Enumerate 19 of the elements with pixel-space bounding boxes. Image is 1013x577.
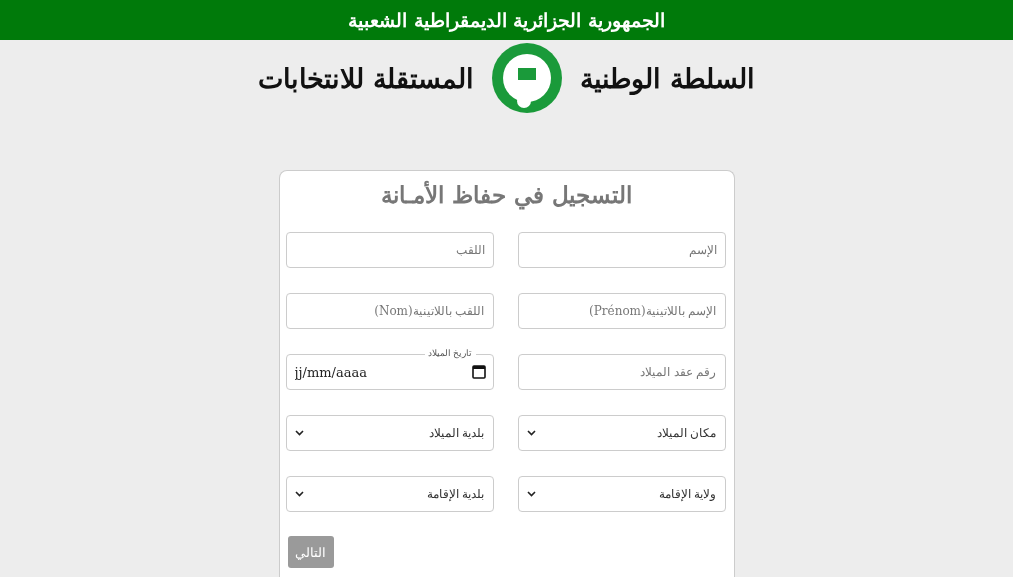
select-field[interactable]: بلدية الميلاد <box>285 415 494 451</box>
select-field[interactable]: ولاية الإقامة <box>517 476 726 512</box>
chevron-down-icon <box>526 430 536 436</box>
authority-name: السلطة الوطنية <box>580 62 756 94</box>
text-field[interactable]: الإسم باللاتينية(Prénom) <box>517 293 726 329</box>
text-field[interactable]: الإسم <box>517 232 726 268</box>
form-title: التسجيل في حفاظ الأمـانة <box>380 181 633 208</box>
select-field[interactable]: مكان الميلاد <box>517 415 726 451</box>
floating-label: تاريخ الميلاد <box>424 347 476 359</box>
text-field[interactable]: اللقب <box>285 232 494 268</box>
calendar-icon[interactable] <box>471 364 486 379</box>
text-field[interactable]: اللقب باللاتينية(Nom) <box>285 293 494 329</box>
chevron-down-icon <box>294 430 304 436</box>
banner-title: الجمهورية الجزائرية الديمقراطية الشعبية <box>348 9 665 31</box>
text-field[interactable]: رقم عقد الميلاد <box>517 354 726 390</box>
authority-name: المستقلة للانتخابات <box>257 62 474 94</box>
chevron-down-icon <box>294 491 304 497</box>
chevron-down-icon <box>526 491 536 497</box>
select-field[interactable]: بلدية الإقامة <box>285 476 494 512</box>
